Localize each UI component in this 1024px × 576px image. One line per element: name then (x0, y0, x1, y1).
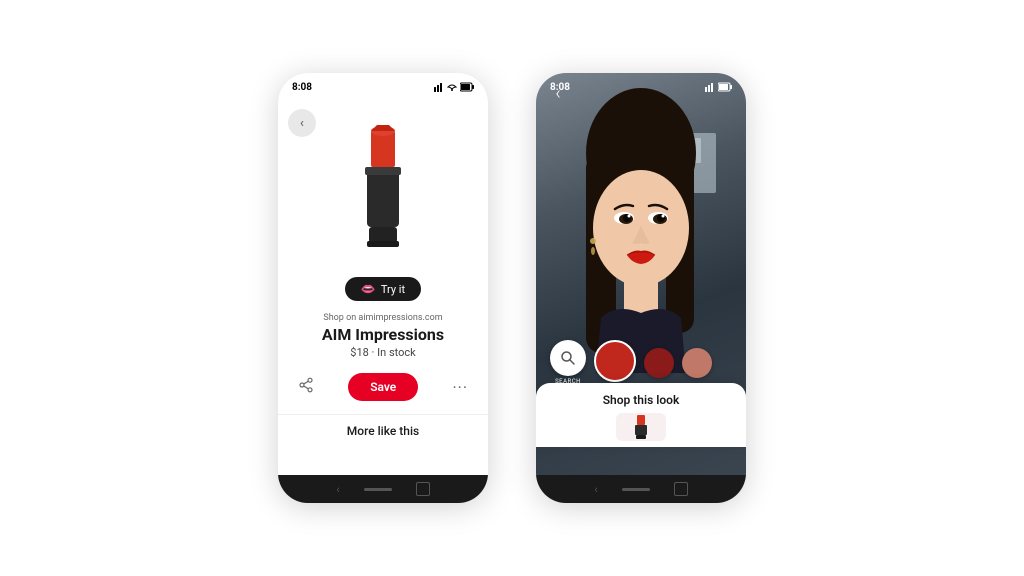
search-icon (560, 350, 576, 366)
nav-back-icon-2[interactable]: ‹ (594, 483, 597, 496)
product-image (278, 123, 488, 253)
bottom-nav-2: ‹ (536, 475, 746, 503)
camera-screen: ‹ SEARCH (536, 73, 746, 475)
nav-recents-icon[interactable] (416, 482, 430, 496)
product-screen: ‹ 👄 (278, 101, 488, 475)
signal-icon-2 (705, 82, 715, 92)
status-icons-2 (705, 82, 732, 92)
signal-icon (434, 82, 444, 92)
bottom-nav-1: ‹ (278, 475, 488, 503)
more-options-icon[interactable]: ··· (452, 378, 468, 397)
nav-home-icon-2[interactable] (622, 488, 650, 491)
try-it-button[interactable]: 👄 Try it (345, 277, 421, 301)
swatch-dark-red[interactable] (644, 348, 674, 378)
phone-product: 8:08 ‹ (278, 73, 488, 503)
shop-panel-title: Shop this look (550, 393, 732, 407)
status-bar-1: 8:08 (278, 73, 488, 101)
save-button[interactable]: Save (348, 373, 418, 401)
more-like-section[interactable]: More like this (278, 414, 488, 447)
swatch-red[interactable] (594, 340, 636, 382)
scene: 8:08 ‹ (278, 73, 746, 503)
product-name: AIM Impressions (294, 325, 472, 344)
nav-recents-icon-2[interactable] (674, 482, 688, 496)
back-button-1[interactable]: ‹ (288, 109, 316, 137)
shop-domain: Shop on aimimpressions.com (294, 313, 472, 323)
person-portrait (536, 73, 746, 385)
time-1: 8:08 (292, 82, 312, 93)
search-swatch-container[interactable]: SEARCH (550, 340, 586, 385)
nav-home-icon[interactable] (364, 488, 392, 491)
lipstick-svg (343, 123, 423, 253)
search-swatch[interactable] (550, 340, 586, 376)
swatch-rose[interactable] (682, 348, 712, 378)
share-icon[interactable] (298, 377, 314, 397)
lip-icon: 👄 (361, 282, 376, 296)
nav-back-icon[interactable]: ‹ (336, 483, 339, 496)
battery-icon-2 (718, 82, 732, 92)
shop-this-look-panel[interactable]: Shop this look (536, 383, 746, 447)
product-actions: Save ··· (278, 373, 488, 401)
product-info: Shop on aimimpressions.com AIM Impressio… (278, 313, 488, 359)
product-price: $18 · In stock (294, 346, 472, 359)
try-it-container: 👄 Try it (278, 261, 488, 301)
battery-icon (460, 82, 474, 92)
status-icons-1 (434, 82, 474, 92)
back-button-2[interactable]: ‹ (546, 81, 570, 105)
swatches-row: SEARCH (536, 340, 746, 385)
shop-panel-product-preview[interactable] (616, 413, 666, 441)
phone-camera: 8:08 (536, 73, 746, 503)
wifi-icon (447, 82, 457, 92)
mini-lipstick-icon (631, 414, 651, 440)
